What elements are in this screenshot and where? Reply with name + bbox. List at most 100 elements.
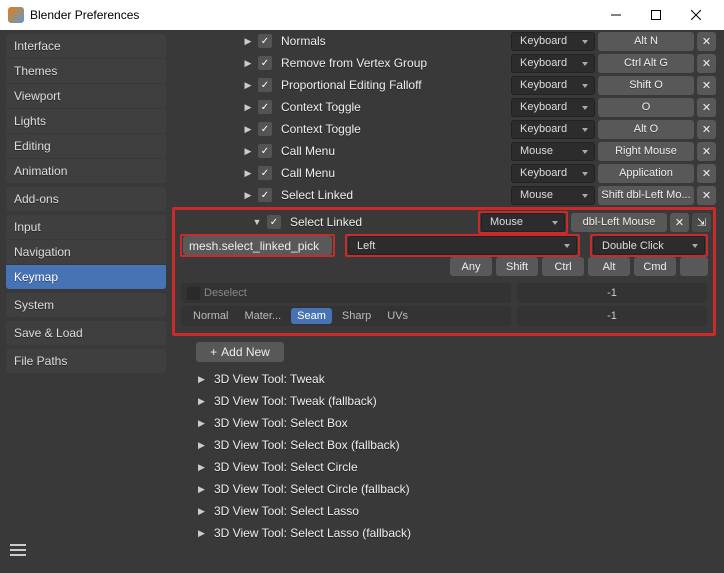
- expand-arrow-icon[interactable]: ▶: [241, 168, 255, 179]
- binding-button[interactable]: dbl-Left Mouse: [571, 213, 667, 232]
- event-type-select[interactable]: Keyboard: [511, 32, 595, 51]
- sidebar-item-navigation[interactable]: Navigation: [6, 240, 166, 264]
- delimit-sharp[interactable]: Sharp: [336, 308, 377, 324]
- event-type-select[interactable]: Mouse: [481, 213, 565, 232]
- remove-binding-button[interactable]: ✕: [697, 164, 716, 183]
- deselect-value[interactable]: -1: [517, 283, 707, 303]
- click-event-select[interactable]: Double Click: [593, 236, 705, 255]
- restore-binding-button[interactable]: ⇲: [692, 213, 711, 232]
- close-button[interactable]: [676, 0, 716, 30]
- remove-binding-button[interactable]: ✕: [697, 32, 716, 51]
- mod-extra[interactable]: [680, 257, 708, 276]
- remove-binding-button[interactable]: ✕: [697, 142, 716, 161]
- event-type-select[interactable]: Keyboard: [511, 164, 595, 183]
- keymap-enable-checkbox[interactable]: [258, 144, 272, 158]
- binding-button[interactable]: Application: [598, 164, 694, 183]
- mod-any[interactable]: Any: [450, 257, 492, 276]
- expand-arrow-icon[interactable]: ▶: [241, 36, 255, 47]
- binding-button[interactable]: Shift O: [598, 76, 694, 95]
- delimit-normal[interactable]: Normal: [187, 308, 234, 324]
- tool-category-row[interactable]: ▶3D View Tool: Select Lasso (fallback): [172, 522, 716, 544]
- keymap-item-enable-checkbox[interactable]: [267, 215, 281, 229]
- delimit-material[interactable]: Mater...: [238, 308, 287, 324]
- sidebar-item-file-paths[interactable]: File Paths: [6, 349, 166, 373]
- sidebar-item-editing[interactable]: Editing: [6, 134, 166, 158]
- event-type-select[interactable]: Keyboard: [511, 120, 595, 139]
- binding-button[interactable]: Ctrl Alt G: [598, 54, 694, 73]
- sidebar-item-viewport[interactable]: Viewport: [6, 84, 166, 108]
- mod-alt[interactable]: Alt: [588, 257, 630, 276]
- expand-arrow-icon[interactable]: ▶: [241, 58, 255, 69]
- expand-arrow-icon[interactable]: ▶: [198, 528, 210, 539]
- event-type-select[interactable]: Mouse: [511, 186, 595, 205]
- expand-arrow-icon[interactable]: ▶: [198, 506, 210, 517]
- remove-binding-button[interactable]: ✕: [697, 76, 716, 95]
- expand-arrow-icon[interactable]: ▶: [241, 146, 255, 157]
- sidebar-item-addons[interactable]: Add-ons: [6, 187, 166, 211]
- tool-category-row[interactable]: ▶3D View Tool: Select Circle (fallback): [172, 478, 716, 500]
- binding-button[interactable]: Right Mouse: [598, 142, 694, 161]
- remove-binding-button[interactable]: ✕: [697, 186, 716, 205]
- sidebar-item-themes[interactable]: Themes: [6, 59, 166, 83]
- tool-category-row[interactable]: ▶3D View Tool: Tweak: [172, 368, 716, 390]
- operator-id-input[interactable]: mesh.select_linked_pick: [183, 236, 332, 255]
- preferences-sidebar: Interface Themes Viewport Lights Editing…: [0, 30, 172, 573]
- sidebar-item-lights[interactable]: Lights: [6, 109, 166, 133]
- keymap-enable-checkbox[interactable]: [258, 78, 272, 92]
- delimit-value[interactable]: -1: [517, 306, 707, 326]
- keymap-enable-checkbox[interactable]: [258, 188, 272, 202]
- mod-ctrl[interactable]: Ctrl: [542, 257, 584, 276]
- sidebar-item-system[interactable]: System: [6, 293, 166, 317]
- keymap-enable-checkbox[interactable]: [258, 122, 272, 136]
- keymap-enable-checkbox[interactable]: [258, 100, 272, 114]
- sidebar-item-interface[interactable]: Interface: [6, 34, 166, 58]
- expand-arrow-icon[interactable]: ▶: [198, 374, 210, 385]
- sidebar-item-input[interactable]: Input: [6, 215, 166, 239]
- binding-button[interactable]: O: [598, 98, 694, 117]
- event-type-select[interactable]: Keyboard: [511, 76, 595, 95]
- delimit-uvs[interactable]: UVs: [381, 308, 414, 324]
- sidebar-item-save-load[interactable]: Save & Load: [6, 321, 166, 345]
- expand-arrow-icon[interactable]: ▶: [241, 80, 255, 91]
- keymap-enable-checkbox[interactable]: [258, 56, 272, 70]
- mod-shift[interactable]: Shift: [496, 257, 538, 276]
- expand-arrow-icon[interactable]: ▶: [198, 484, 210, 495]
- deselect-panel[interactable]: Deselect: [181, 283, 511, 303]
- tool-category-row[interactable]: ▶3D View Tool: Select Box: [172, 412, 716, 434]
- event-type-select[interactable]: Keyboard: [511, 54, 595, 73]
- expand-arrow-icon[interactable]: ▶: [241, 190, 255, 201]
- maximize-button[interactable]: [636, 0, 676, 30]
- delimit-seam[interactable]: Seam: [291, 308, 332, 324]
- sidebar-item-keymap[interactable]: Keymap: [6, 265, 166, 289]
- expand-arrow-icon[interactable]: ▶: [198, 418, 210, 429]
- collapse-arrow-icon[interactable]: ▼: [250, 217, 264, 227]
- expand-arrow-icon[interactable]: ▶: [241, 102, 255, 113]
- remove-binding-button[interactable]: ✕: [697, 120, 716, 139]
- tool-category-row[interactable]: ▶3D View Tool: Select Circle: [172, 456, 716, 478]
- tool-category-row[interactable]: ▶3D View Tool: Select Lasso: [172, 500, 716, 522]
- remove-binding-button[interactable]: ✕: [670, 213, 689, 232]
- sidebar-item-animation[interactable]: Animation: [6, 159, 166, 183]
- add-new-keymap-button[interactable]: + Add New: [196, 342, 284, 362]
- tool-category-row[interactable]: ▶3D View Tool: Tweak (fallback): [172, 390, 716, 412]
- binding-button[interactable]: Alt O: [598, 120, 694, 139]
- preferences-menu-button[interactable]: [6, 540, 166, 567]
- deselect-checkbox[interactable]: [187, 287, 200, 300]
- keymap-enable-checkbox[interactable]: [258, 34, 272, 48]
- expand-arrow-icon[interactable]: ▶: [198, 462, 210, 473]
- tool-category-row[interactable]: ▶3D View Tool: Select Box (fallback): [172, 434, 716, 456]
- expand-arrow-icon[interactable]: ▶: [198, 440, 210, 451]
- keymap-row: ▶Select LinkedMouseShift dbl-Left Mo...✕: [172, 184, 716, 206]
- remove-binding-button[interactable]: ✕: [697, 54, 716, 73]
- mod-cmd[interactable]: Cmd: [634, 257, 676, 276]
- binding-button[interactable]: Alt N: [598, 32, 694, 51]
- keymap-enable-checkbox[interactable]: [258, 166, 272, 180]
- event-type-select[interactable]: Mouse: [511, 142, 595, 161]
- binding-button[interactable]: Shift dbl-Left Mo...: [598, 186, 694, 205]
- remove-binding-button[interactable]: ✕: [697, 98, 716, 117]
- minimize-button[interactable]: [596, 0, 636, 30]
- expand-arrow-icon[interactable]: ▶: [241, 124, 255, 135]
- mouse-button-select[interactable]: Left: [348, 236, 577, 255]
- expand-arrow-icon[interactable]: ▶: [198, 396, 210, 407]
- event-type-select[interactable]: Keyboard: [511, 98, 595, 117]
